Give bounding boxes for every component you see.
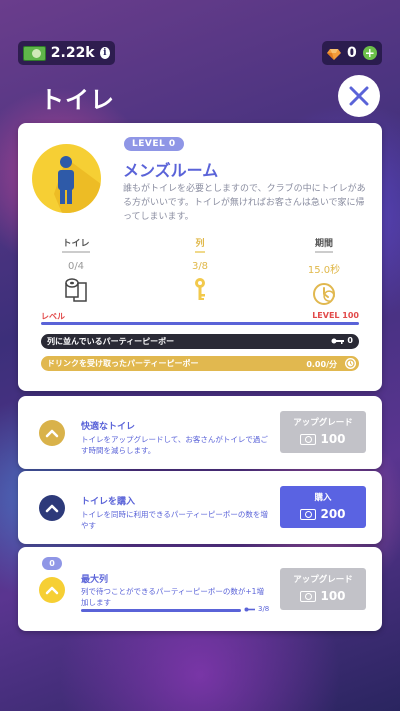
upgrade-button-label: アップグレード <box>293 575 353 585</box>
upgrade-cost: 100 <box>280 589 366 603</box>
room-info-card: LEVEL 0 メンズルーム 誰もがトイレを必要としますので、クラブの中にトイレ… <box>18 123 382 391</box>
upgrade-comfortable-toilet: 快適なトイレ トイレをアップグレードして、お客さんがトイレで過ごす時間を減らしま… <box>18 396 382 469</box>
upgrade-cost-value: 100 <box>320 589 346 603</box>
buy-cost: 200 <box>280 507 366 521</box>
upgrade-description: 列で待つことができるパーティーピーポーの数が+1増加します <box>81 587 264 607</box>
timer-icon <box>310 279 338 307</box>
gem-icon <box>327 46 341 60</box>
page-title: トイレ <box>40 86 115 114</box>
clock-icon <box>345 358 356 369</box>
upgrade-button[interactable]: アップグレード 100 <box>280 568 366 610</box>
upgrade-level-badge <box>39 495 65 521</box>
upgrade-description: トイレを同時に利用できるパーティーピーポーの数を増やす <box>81 510 268 530</box>
buy-button-label: 購入 <box>314 493 332 503</box>
stat-queue-label: 列 <box>195 236 205 253</box>
stat-toilets-label: トイレ <box>62 236 90 253</box>
level-progress-bar <box>41 322 359 325</box>
upgrade-max-queue: 0 最大列 列で待つことができるパーティーピーポーの数が+1増加します 3/8 … <box>18 547 382 631</box>
upgrade-button[interactable]: アップグレード 100 <box>280 411 366 453</box>
gem-counter[interactable]: 0 + <box>322 41 382 65</box>
room-name: メンズルーム <box>123 161 219 180</box>
upgrade-level-badge <box>39 420 65 446</box>
stat-duration: 期間 15.0秒 <box>289 231 359 307</box>
chevron-up-icon <box>45 504 59 513</box>
chevron-up-icon <box>45 429 59 438</box>
upgrade-description: トイレをアップグレードして、お客さんがトイレで過ごす時間を減らします。 <box>81 435 268 455</box>
upgrade-cost: 100 <box>280 432 366 446</box>
buy-button[interactable]: 購入 200 <box>280 486 366 528</box>
queue-progress-value: 3/8 <box>258 605 270 613</box>
close-icon <box>349 86 369 106</box>
add-gems-icon[interactable]: + <box>362 46 377 60</box>
level-pill: LEVEL 0 <box>124 137 184 151</box>
info-icon[interactable]: i <box>99 47 110 59</box>
stat-toilets: トイレ 0/4 <box>41 231 111 303</box>
queue-label: 列に並んでいるパーティーピーポー <box>47 337 175 346</box>
upgrade-cost-value: 100 <box>320 432 346 446</box>
cash-counter[interactable]: 2.22k i <box>18 41 115 65</box>
upgrade-title: トイレを購入 <box>81 497 136 507</box>
upgrade-buy-toilet: トイレを購入 トイレを同時に利用できるパーティーピーポーの数を増やす 購入 20… <box>18 471 382 544</box>
stat-duration-label: 期間 <box>314 236 333 253</box>
level-right-label: LEVEL 100 <box>312 311 359 320</box>
stat-queue-value: 3/8 <box>191 261 209 272</box>
cash-icon <box>300 590 317 602</box>
chevron-up-icon <box>45 586 59 595</box>
cash-icon <box>300 433 317 445</box>
key-small-icon <box>331 338 345 344</box>
stat-queue: 列 3/8 <box>165 231 235 303</box>
buy-cost-value: 200 <box>320 507 346 521</box>
upgrade-button-label: アップグレード <box>293 418 353 428</box>
drink-label: ドリンクを受け取ったパーティーピーポー <box>47 359 199 368</box>
upgrade-level-badge <box>39 577 65 603</box>
drink-value: 0.00/分 <box>306 360 337 369</box>
gem-value: 0 <box>347 45 357 61</box>
cash-icon <box>300 508 317 520</box>
queue-value-group: 0 <box>331 336 353 345</box>
upgrade-title: 最大列 <box>81 575 109 585</box>
queue-status-bar: 列に並んでいるパーティーピーポー 0 <box>41 334 359 349</box>
queue-progress-value-group: 3/8 <box>244 605 269 613</box>
stat-duration-value: 15.0秒 <box>307 265 341 276</box>
key-icon <box>186 275 214 303</box>
close-button[interactable] <box>338 75 380 117</box>
level-left-label: レベル <box>41 312 65 321</box>
key-small-icon <box>244 607 255 611</box>
cash-icon <box>23 45 46 61</box>
toilet-paper-icon <box>62 275 90 303</box>
upgrade-level-count: 0 <box>42 557 62 570</box>
queue-progress-bar <box>81 609 241 612</box>
mens-room-avatar <box>32 144 101 213</box>
upgrade-title: 快適なトイレ <box>81 422 136 432</box>
drink-status-bar: ドリンクを受け取ったパーティーピーポー 0.00/分 <box>41 356 359 371</box>
queue-value: 0 <box>347 336 353 345</box>
room-description: 誰もがトイレを必要としますので、クラブの中にトイレがある方がいいです。トイレが無… <box>123 184 366 222</box>
cash-value: 2.22k <box>50 45 95 61</box>
stat-toilets-value: 0/4 <box>67 261 85 272</box>
